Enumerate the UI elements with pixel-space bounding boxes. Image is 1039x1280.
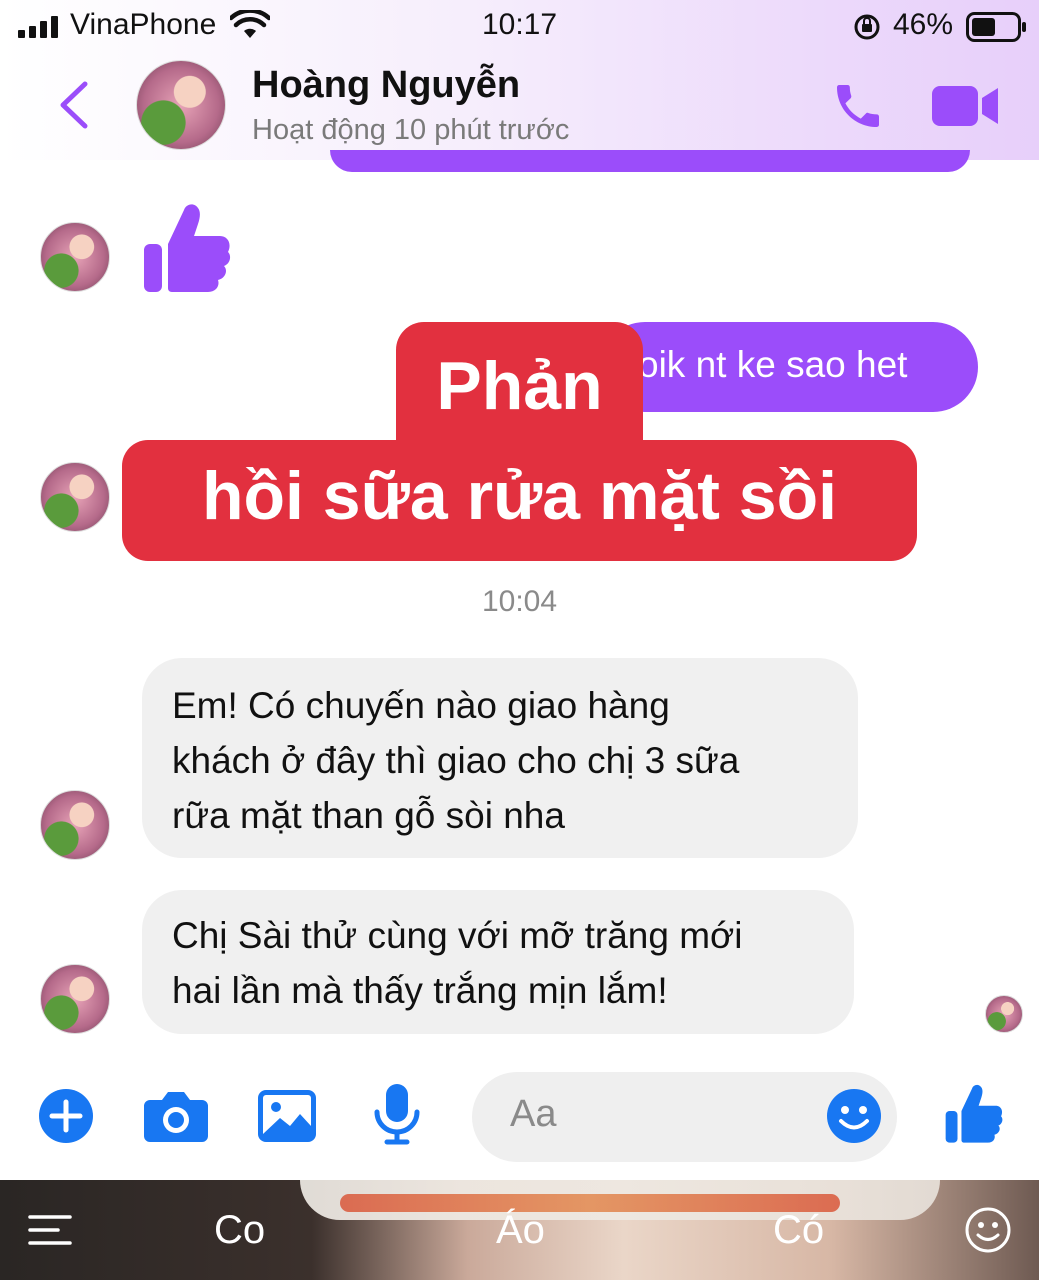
sender-avatar[interactable]	[40, 964, 110, 1034]
caption-overlay-line1: Phản	[396, 322, 643, 447]
message-line: Em! Có chuyến nào giao hàng	[172, 685, 670, 726]
orientation-lock-icon	[854, 14, 880, 40]
status-bar: VinaPhone 10:17 46%	[0, 0, 1039, 55]
back-chevron-icon[interactable]	[56, 80, 90, 130]
message-line: hai lần mà thấy trắng mịn lắm!	[172, 970, 668, 1011]
keyboard-emoji-icon[interactable]	[964, 1206, 1012, 1254]
message-input-placeholder: Aa	[510, 1093, 557, 1135]
emoji-icon[interactable]	[826, 1088, 882, 1144]
contact-avatar[interactable]	[136, 60, 226, 150]
menu-lines-icon[interactable]	[28, 1213, 72, 1247]
previous-message-bubble[interactable]	[330, 150, 970, 172]
gallery-icon[interactable]	[258, 1090, 316, 1142]
activity-status: Hoạt động 10 phút trước	[252, 114, 570, 146]
incoming-message-bubble[interactable]: Chị Sài thử cùng với mỡ trăng mới hai lầ…	[142, 890, 854, 1034]
message-line: rữa mặt than gỗ sòi nha	[172, 795, 565, 836]
status-time: 10:17	[481, 8, 558, 41]
suggestion-word-2[interactable]: Áo	[496, 1208, 545, 1253]
contact-name[interactable]: Hoàng Nguyễn	[252, 64, 520, 107]
add-more-icon[interactable]	[38, 1088, 94, 1144]
incoming-message-bubble[interactable]: Em! Có chuyến nào giao hàng khách ở đây …	[142, 658, 858, 858]
thumbs-up-sticker-icon[interactable]	[142, 200, 232, 294]
outgoing-message-text: oik nt ke sao het	[638, 344, 908, 385]
message-line: khách ở đây thì giao cho chị 3 sữa	[172, 740, 740, 781]
battery-icon	[966, 12, 1026, 42]
outgoing-message-bubble[interactable]: oik nt ke sao het	[600, 322, 978, 412]
seen-receipt-avatar	[985, 995, 1023, 1033]
caption-overlay-line2: hồi sữa rửa mặt sồi	[122, 440, 917, 561]
background-photo-band	[340, 1194, 840, 1212]
message-line: Chị Sài thử cùng với mỡ trăng mới	[172, 915, 743, 956]
sender-avatar[interactable]	[40, 222, 110, 292]
sender-avatar[interactable]	[40, 790, 110, 860]
video-call-icon[interactable]	[932, 84, 1000, 128]
camera-icon[interactable]	[144, 1090, 208, 1142]
like-button-icon[interactable]	[944, 1082, 1004, 1144]
suggestion-word-3[interactable]: Có	[773, 1208, 824, 1253]
message-timestamp: 10:04	[481, 585, 558, 618]
suggestion-word-1[interactable]: Co	[214, 1208, 265, 1253]
phone-call-icon[interactable]	[830, 78, 886, 134]
battery-percent: 46%	[893, 8, 954, 41]
microphone-icon[interactable]	[374, 1084, 420, 1146]
sender-avatar[interactable]	[40, 462, 110, 532]
